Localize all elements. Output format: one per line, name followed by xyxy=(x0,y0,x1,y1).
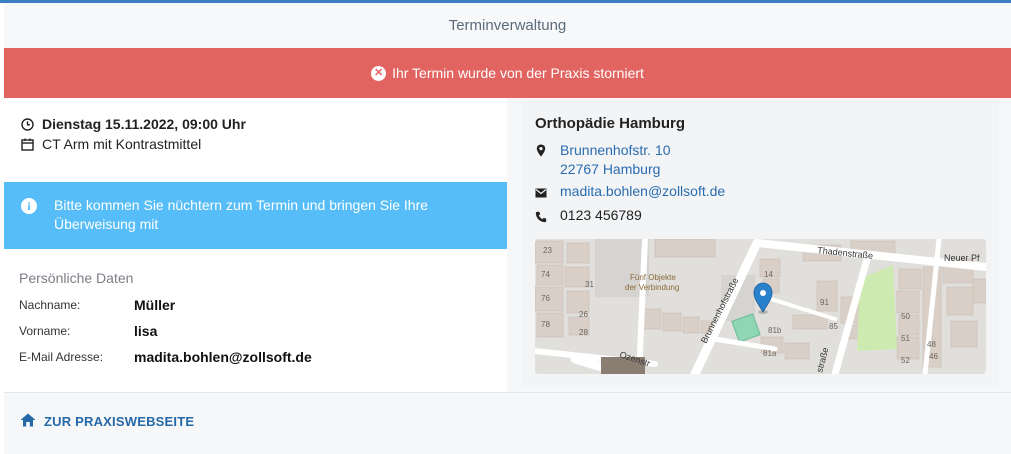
svg-text:28: 28 xyxy=(579,328,588,337)
practice-website-label: ZUR PRAXISWEBSEITE xyxy=(44,414,195,429)
page-title: Terminverwaltung xyxy=(448,17,567,34)
practice-address: Brunnenhofstr. 10 22767 Hamburg xyxy=(535,141,671,179)
field-email: E-Mail Adresse: madita.bohlen@zollsoft.d… xyxy=(19,344,312,370)
appointment-service: CT Arm mit Kontrastmittel xyxy=(42,136,202,152)
page-footer: ZUR PRAXISWEBSEITE xyxy=(4,392,1011,454)
field-label: Vorname: xyxy=(19,324,71,338)
info-notice: i Bitte kommen Sie nüchtern zum Termin u… xyxy=(4,182,507,249)
location-map[interactable]: Fünf Objekte der Verbindung Brunnenhofst… xyxy=(535,239,986,374)
practice-name: Orthopädie Hamburg xyxy=(535,115,686,132)
practice-phone: 0123 456789 xyxy=(535,207,642,226)
clock-icon xyxy=(20,117,34,131)
practice-email: madita.bohlen@zollsoft.de xyxy=(535,183,725,202)
field-firstname: Vorname: lisa xyxy=(19,318,312,344)
svg-text:81b: 81b xyxy=(768,326,782,335)
cancellation-alert: ✕ Ihr Termin wurde von der Praxis storni… xyxy=(4,48,1011,98)
field-value: madita.bohlen@zollsoft.de xyxy=(134,349,312,365)
svg-text:48: 48 xyxy=(927,340,936,349)
x-circle-icon: ✕ xyxy=(371,65,387,81)
home-icon xyxy=(20,413,36,430)
personal-data: Persönliche Daten Nachname: Müller Vorna… xyxy=(19,270,312,370)
map-pin-icon xyxy=(535,141,547,160)
field-label: Nachname: xyxy=(19,298,81,312)
svg-text:81a: 81a xyxy=(763,349,777,358)
map-canvas: Fünf Objekte der Verbindung Brunnenhofst… xyxy=(535,239,986,374)
field-label: E-Mail Adresse: xyxy=(19,350,104,364)
svg-text:46: 46 xyxy=(929,352,938,361)
practice-card: Orthopädie Hamburg Brunnenhofstr. 10 227… xyxy=(522,100,999,386)
svg-text:31: 31 xyxy=(585,280,594,289)
map-street-label: Neuer Pf xyxy=(944,253,980,263)
svg-text:23: 23 xyxy=(543,246,552,255)
svg-text:50: 50 xyxy=(901,312,910,321)
info-notice-text: Bitte kommen Sie nüchtern zum Termin und… xyxy=(54,197,429,232)
map-poi-label: Fünf Objekte xyxy=(630,273,676,282)
svg-text:78: 78 xyxy=(541,320,550,329)
svg-text:26: 26 xyxy=(579,310,588,319)
practice-city-link[interactable]: 22767 Hamburg xyxy=(560,161,660,177)
svg-text:85: 85 xyxy=(829,322,838,331)
svg-text:91: 91 xyxy=(820,298,829,307)
page-header: Terminverwaltung xyxy=(4,3,1011,49)
appointment-details: Dienstag 15.11.2022, 09:00 Uhr CT Arm mi… xyxy=(20,114,246,154)
svg-text:14: 14 xyxy=(764,270,773,279)
practice-website-link[interactable]: ZUR PRAXISWEBSEITE xyxy=(20,413,194,430)
mail-icon xyxy=(535,183,547,202)
personal-data-heading: Persönliche Daten xyxy=(19,270,134,286)
practice-phone-number: 0123 456789 xyxy=(560,207,642,223)
phone-icon xyxy=(535,207,547,226)
calendar-icon xyxy=(20,137,34,151)
field-value: lisa xyxy=(134,323,158,339)
appointment-panel: Dienstag 15.11.2022, 09:00 Uhr CT Arm mi… xyxy=(4,98,508,392)
field-value: Müller xyxy=(134,297,176,313)
svg-text:51: 51 xyxy=(901,334,910,343)
map-poi-label-2: der Verbindung xyxy=(625,283,679,292)
svg-text:74: 74 xyxy=(541,270,550,279)
appointment-datetime: Dienstag 15.11.2022, 09:00 Uhr xyxy=(42,116,246,132)
practice-panel: Orthopädie Hamburg Brunnenhofstr. 10 227… xyxy=(507,98,1011,392)
svg-text:76: 76 xyxy=(541,294,550,303)
alert-text: Ihr Termin wurde von der Praxis stornier… xyxy=(392,65,644,81)
field-lastname: Nachname: Müller xyxy=(19,292,312,318)
practice-street-link[interactable]: Brunnenhofstr. 10 xyxy=(560,142,671,158)
practice-email-link[interactable]: madita.bohlen@zollsoft.de xyxy=(560,183,725,199)
info-icon: i xyxy=(21,198,37,214)
svg-text:52: 52 xyxy=(901,356,910,365)
